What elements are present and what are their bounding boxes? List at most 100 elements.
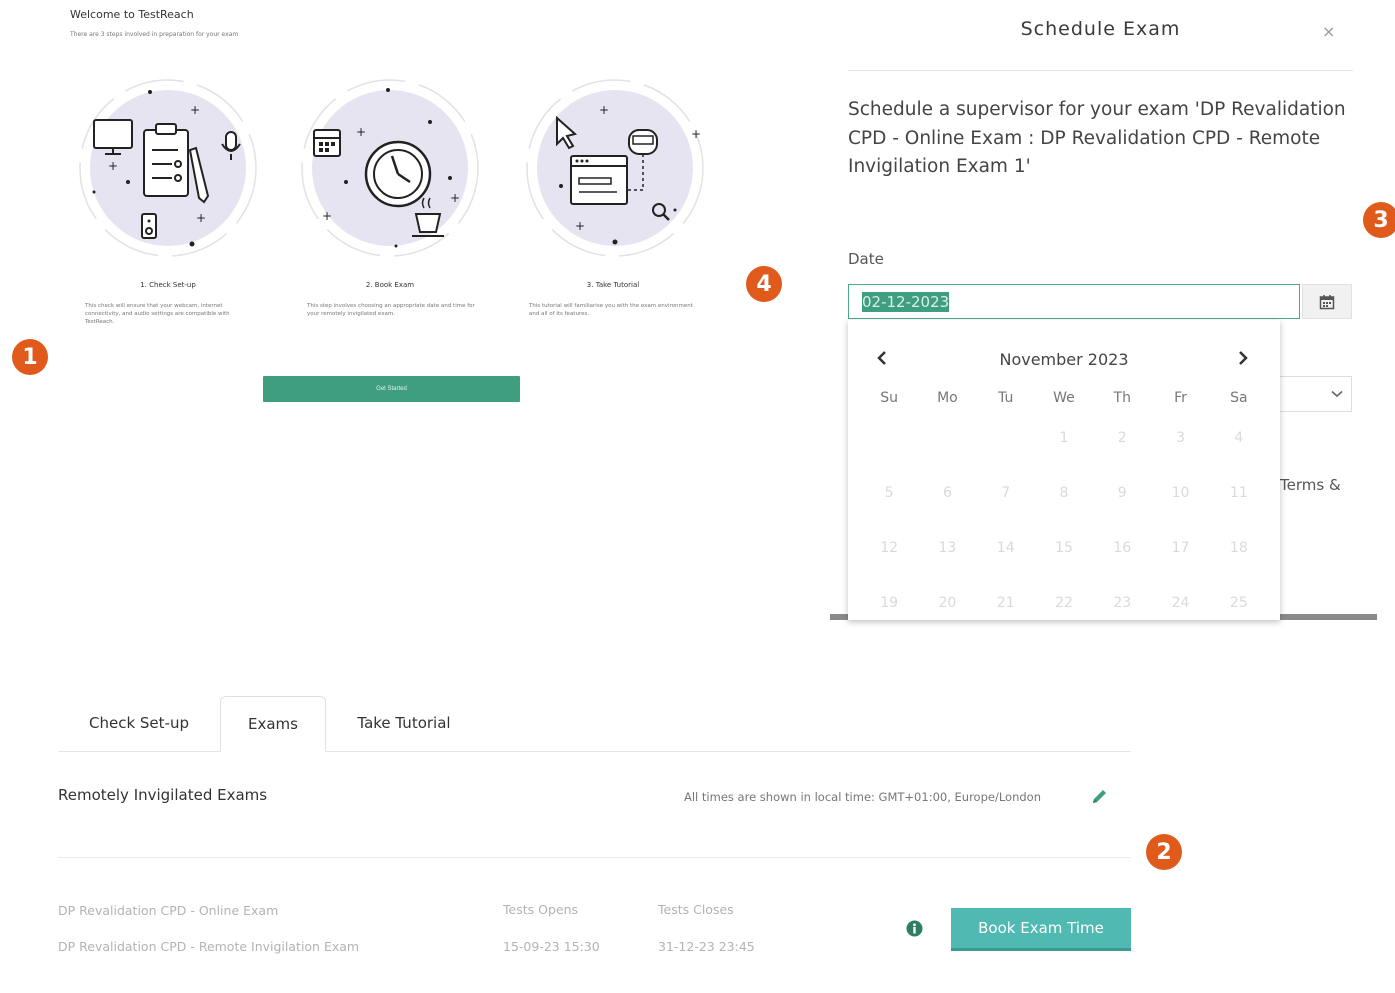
- day-cell: 15: [1055, 540, 1073, 556]
- svg-text:+: +: [108, 159, 118, 173]
- weekday-label: Tu: [998, 390, 1014, 406]
- tab-label: Exams: [248, 715, 298, 733]
- tab-check-setup[interactable]: Check Set-up: [58, 696, 220, 750]
- closes-label: Tests Closes: [658, 902, 734, 917]
- chevron-down-icon: [1331, 390, 1343, 398]
- day-cell: 13: [938, 540, 957, 556]
- svg-text:+: +: [599, 103, 609, 117]
- callout-marker-3: 3: [1363, 202, 1395, 238]
- schedule-message: Schedule a supervisor for your exam 'DP …: [848, 99, 1346, 177]
- pencil-icon[interactable]: [1090, 787, 1109, 806]
- day-cell: 16: [1113, 540, 1132, 556]
- welcome-subtitle: There are 3 steps involved in preparatio…: [70, 31, 239, 38]
- day-cell: 20: [938, 595, 957, 611]
- schedule-exam-title: Schedule Exam: [1020, 18, 1181, 40]
- day-cell: 21: [996, 595, 1015, 611]
- exam-name-line-1: DP Revalidation CPD - Online Exam: [58, 903, 279, 918]
- chevron-right-icon[interactable]: [1237, 350, 1249, 366]
- day-cell: 1: [1059, 430, 1069, 446]
- weekday-label: Mo: [937, 390, 958, 406]
- tab-label: Take Tutorial: [357, 714, 451, 732]
- close-icon[interactable]: ×: [1322, 22, 1335, 41]
- date-label: Date: [848, 250, 884, 268]
- day-cell: 23: [1113, 595, 1132, 611]
- step-3-title: 3. Take Tutorial: [586, 281, 640, 289]
- day-cell: 22: [1055, 595, 1073, 611]
- day-cell: 6: [942, 485, 952, 501]
- exam-name-line-2: DP Revalidation CPD - Remote Invigilatio…: [58, 939, 360, 954]
- week-row: 5 6 7 8 9 10 11: [860, 475, 1268, 530]
- callout-marker-1: 1: [12, 339, 48, 375]
- take-tutorial-illustration: + + +: [526, 79, 704, 257]
- calendar-grid: Su Mo Tu We Th Fr Sa 1 2 3 4 5 6 7 8 9 1…: [860, 390, 1268, 620]
- active-tab-gap: [221, 750, 325, 752]
- weekday-row: Su Mo Tu We Th Fr Sa: [860, 390, 1268, 420]
- day-cell: 18: [1229, 540, 1248, 556]
- time-select[interactable]: [1280, 376, 1352, 412]
- day-cell: 5: [884, 485, 894, 501]
- welcome-title: Welcome to TestReach: [70, 8, 194, 21]
- svg-text:+: +: [691, 127, 701, 141]
- closes-value: 31-12-23 23:45: [658, 939, 755, 954]
- day-cell: 3: [1176, 430, 1185, 446]
- section-title: Remotely Invigilated Exams: [58, 786, 268, 804]
- opens-label: Tests Opens: [503, 902, 578, 917]
- callout-marker-4: 4: [746, 266, 782, 302]
- timezone-note: All times are shown in local time: GMT+0…: [684, 790, 1041, 804]
- day-cell: [918, 430, 976, 475]
- week-row: 19 20 21 22 23 24 25: [860, 585, 1268, 620]
- date-input[interactable]: 02-12-2023: [848, 284, 1300, 319]
- check-setup-illustration: + + +: [79, 79, 257, 257]
- datepicker-dropdown: November 2023 Su Mo Tu We Th Fr Sa 1 2 3…: [848, 320, 1280, 620]
- tabs-underline: [58, 751, 1131, 752]
- book-exam-illustration: + + +: [301, 79, 479, 257]
- day-cell: 17: [1171, 540, 1190, 556]
- svg-text:+: +: [450, 191, 460, 205]
- svg-text:+: +: [196, 211, 206, 225]
- terms-text: Terms &: [1280, 476, 1341, 494]
- calendar-button[interactable]: [1302, 284, 1352, 319]
- step-3-description: This tutorial will familiarise you with …: [529, 303, 693, 317]
- dialog-divider: [848, 70, 1353, 71]
- weekday-label: Th: [1113, 390, 1131, 406]
- day-cell: 25: [1229, 595, 1248, 611]
- weekday-label: Su: [880, 390, 899, 406]
- day-cell: 14: [996, 540, 1015, 556]
- day-cell: 11: [1229, 485, 1248, 501]
- tab-label: Check Set-up: [89, 714, 189, 732]
- week-row: 1 2 3 4: [860, 420, 1268, 475]
- day-cell: 8: [1059, 485, 1069, 501]
- day-cell: 7: [1001, 485, 1011, 501]
- day-cell: 10: [1171, 485, 1190, 501]
- day-cell: 12: [880, 540, 899, 556]
- calendar-icon: [1319, 294, 1335, 309]
- info-icon[interactable]: [906, 920, 923, 937]
- day-cell: 24: [1171, 595, 1190, 611]
- week-row: 12 13 14 15 16 17 18: [860, 530, 1268, 585]
- book-exam-time-button[interactable]: Book Exam Time: [951, 908, 1131, 951]
- weekday-label: Sa: [1230, 390, 1248, 406]
- callout-marker-2: 2: [1146, 834, 1182, 870]
- weekday-label: We: [1053, 390, 1075, 406]
- tab-take-tutorial[interactable]: Take Tutorial: [326, 696, 482, 750]
- day-cell: 9: [1117, 485, 1127, 501]
- weekday-label: Fr: [1174, 390, 1187, 406]
- day-cell: 4: [1234, 430, 1244, 446]
- step-2-description: This step involves choosing an appropria…: [307, 303, 475, 317]
- section-divider: [58, 857, 1131, 858]
- step-1-title: 1. Check Set-up: [140, 281, 196, 289]
- tab-exams[interactable]: Exams: [220, 696, 326, 752]
- svg-text:+: +: [575, 219, 585, 233]
- step-1-description: This check will ensure that your webcam,…: [85, 303, 230, 325]
- step-2-title: 2. Book Exam: [365, 281, 415, 289]
- calendar-month-label: November 2023: [999, 350, 1129, 369]
- svg-text:+: +: [322, 209, 332, 223]
- day-cell: 19: [880, 595, 899, 611]
- opens-value: 15-09-23 15:30: [503, 939, 600, 954]
- get-started-button[interactable]: Get Started: [263, 376, 520, 402]
- day-cell: [977, 430, 1035, 475]
- day-cell: 2: [1117, 430, 1127, 446]
- svg-text:+: +: [190, 103, 200, 117]
- day-cell: [860, 430, 918, 475]
- svg-text:+: +: [356, 125, 366, 139]
